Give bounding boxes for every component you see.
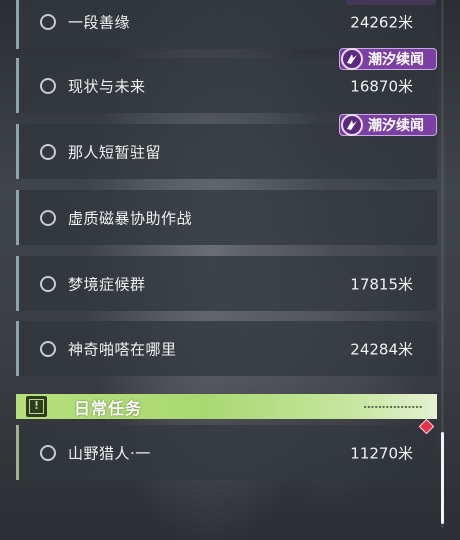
quest-row[interactable]: 山野猎人·一 11270米 [16,425,437,480]
quest-row[interactable]: 现状与未来 16870米 潮汐续闻 [16,48,437,113]
quest-accent-bar [16,124,19,179]
quest-accent-bar [16,58,19,113]
quest-accent-bar [16,256,19,311]
header-decoration: ▪▪▪▪▪▪▪▪▪▪▪▪▪▪▪▪ [363,404,423,409]
event-badge: 潮汐续闻 [339,114,437,136]
quest-name: 山野猎人·一 [68,444,151,462]
quest-row[interactable]: 梦境症候群 17815米 [16,256,437,311]
event-badge-label: 潮汐续闻 [368,118,424,134]
quest-status-circle-icon [40,444,56,461]
event-logo-icon [341,48,363,70]
scrollbar-thumb[interactable] [441,432,444,524]
quest-status-circle-icon [40,13,56,30]
quest-status-circle-icon [40,143,56,160]
quest-name: 那人短暂驻留 [68,143,162,161]
quest-row[interactable]: 虚质磁暴协助作战 [16,190,437,245]
quest-accent-bar [16,321,19,376]
quest-status-circle-icon [40,209,56,226]
quest-row[interactable]: 神奇啪嗒在哪里 24284米 [16,321,437,376]
quest-status-circle-icon [40,77,56,94]
event-badge-label: 潮汐续闻 [368,52,424,68]
section-title: 日常任务 [74,398,143,418]
quest-name: 现状与未来 [68,77,146,95]
quest-distance: 24262米 [350,13,413,31]
quest-distance: 16870米 [350,77,413,95]
quest-status-circle-icon [40,275,56,292]
quest-status-circle-icon [40,340,56,357]
quest-name: 虚质磁暴协助作战 [68,209,193,227]
quest-accent-bar [16,425,19,480]
quest-name: 神奇啪嗒在哪里 [68,340,177,358]
quest-name: 一段善缘 [68,13,131,31]
quest-distance: 17815米 [350,275,413,293]
event-badge: 潮汐续闻 [339,48,437,70]
quest-accent-bar [16,190,19,245]
daily-quests-header[interactable]: ! 日常任务 ▪▪▪▪▪▪▪▪▪▪▪▪▪▪▪▪ [16,394,437,419]
quest-row[interactable]: 一段善缘 24262米 [16,0,437,49]
exclamation-box-icon: ! [26,396,47,417]
quest-distance: 24284米 [350,340,413,358]
quest-accent-bar [16,0,19,49]
quest-name: 梦境症候群 [68,275,146,293]
scrollbar[interactable] [441,0,444,528]
quest-row[interactable]: 那人短暂驻留 潮汐续闻 [16,114,437,179]
event-logo-icon [341,114,363,136]
quest-distance: 11270米 [350,444,413,462]
